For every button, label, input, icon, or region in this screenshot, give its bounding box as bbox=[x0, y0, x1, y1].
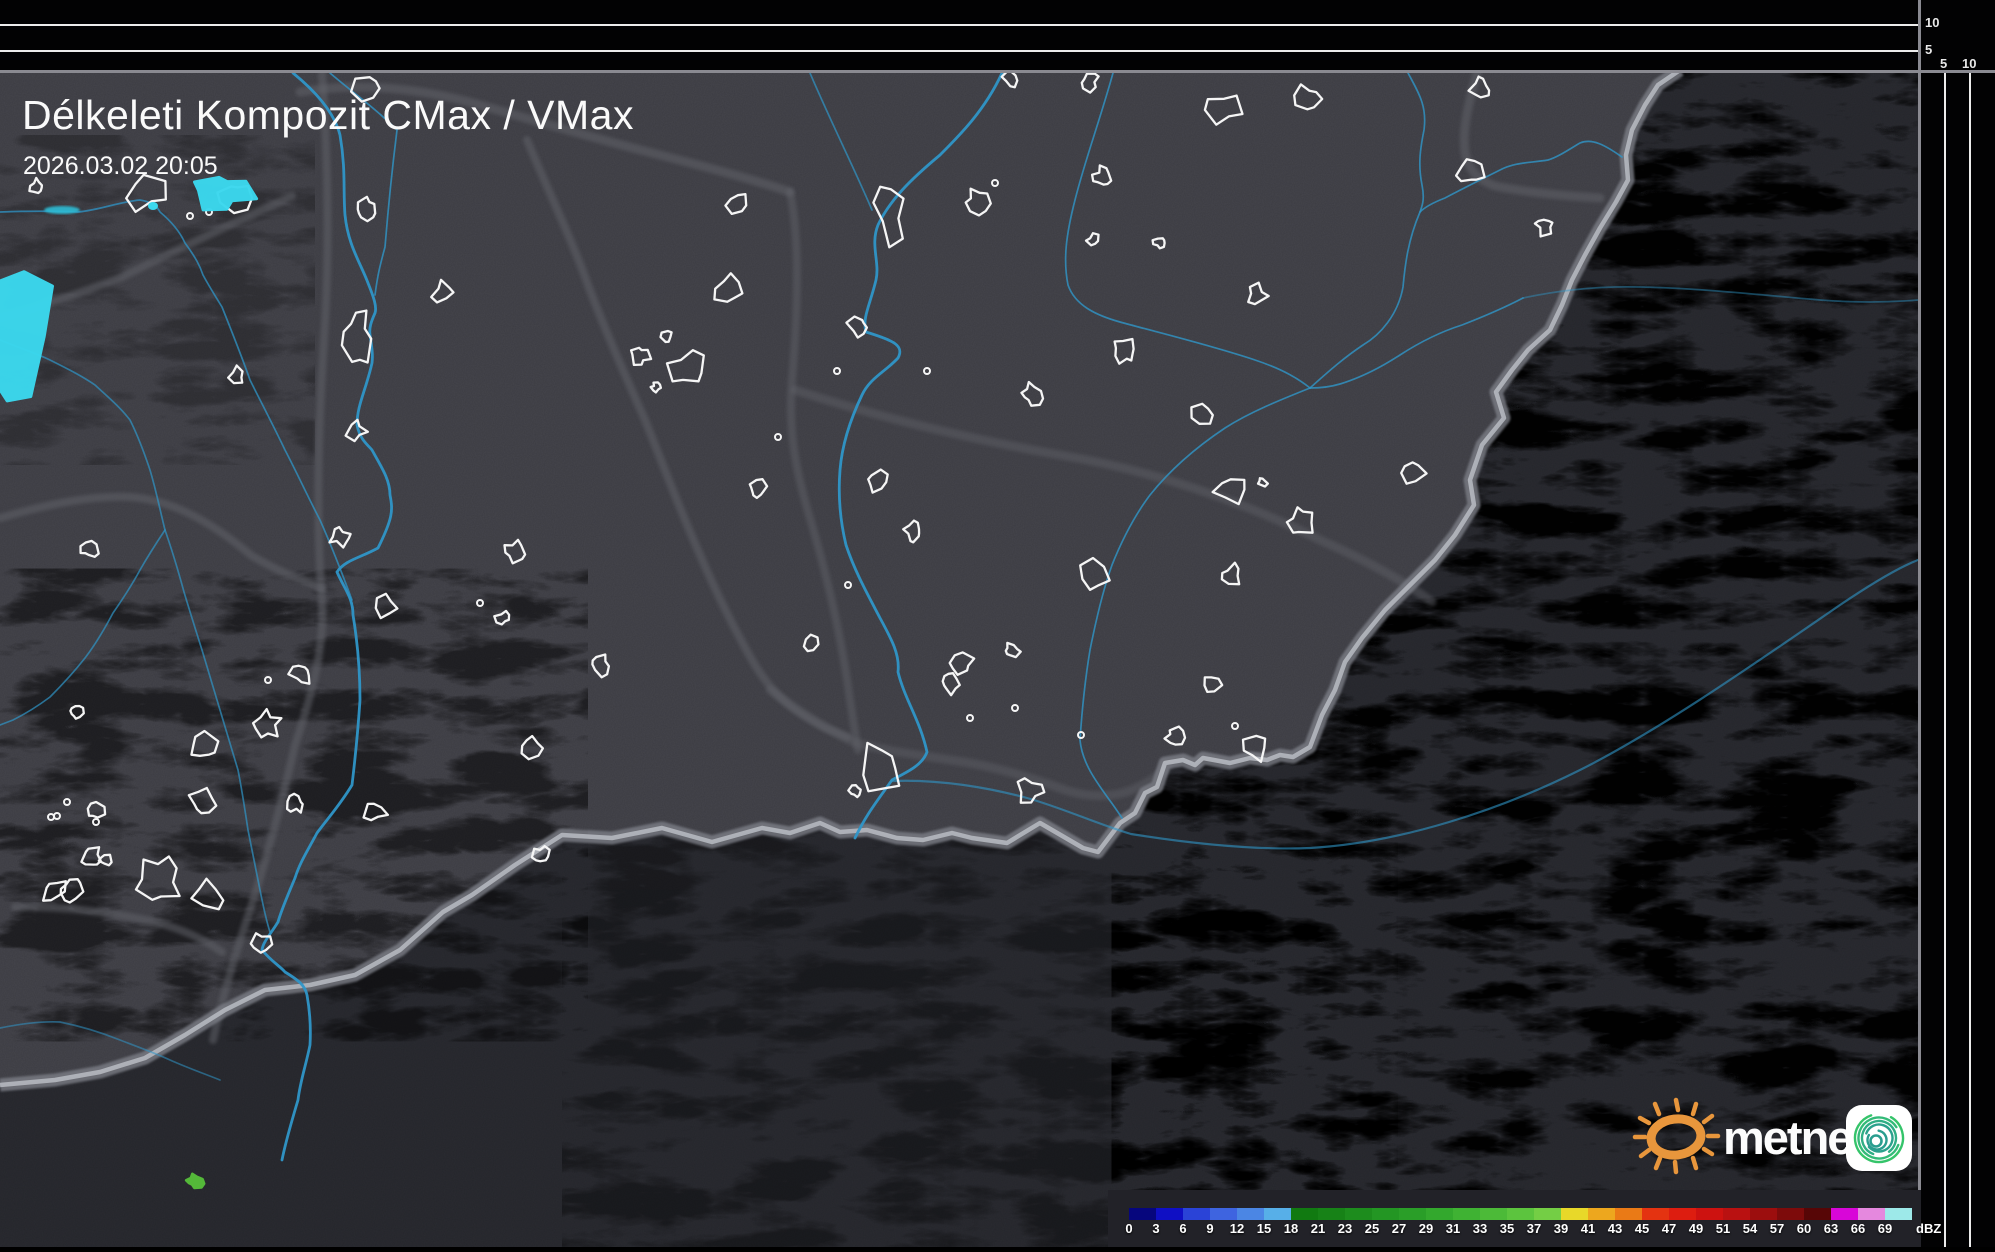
reflectivity-legend: 0369121518212325272931333537394143454749… bbox=[1108, 1190, 1921, 1247]
legend-tick-label: 43 bbox=[1608, 1221, 1622, 1236]
legend-color-cell bbox=[1723, 1208, 1750, 1220]
legend-color-cell bbox=[1561, 1208, 1588, 1220]
legend-tick-label: 51 bbox=[1716, 1221, 1730, 1236]
legend-tick-label: 18 bbox=[1284, 1221, 1298, 1236]
top-profile-gridline-10km bbox=[0, 24, 1921, 26]
legend-color-cell bbox=[1453, 1208, 1480, 1220]
top-profile-panel bbox=[0, 0, 1995, 71]
radar-echo bbox=[148, 202, 158, 210]
page-title: Délkeleti Kompozit CMax / VMax bbox=[22, 92, 634, 139]
legend-tick-label: 41 bbox=[1581, 1221, 1595, 1236]
legend-color-cell bbox=[1588, 1208, 1615, 1220]
radar-viewer-page: { "header": { "title": "Délkeleti Kompoz… bbox=[0, 0, 1995, 1247]
legend-tick-label: 54 bbox=[1743, 1221, 1757, 1236]
height-scale-label-10: 10 bbox=[1925, 16, 1939, 29]
legend-tick-label: 57 bbox=[1770, 1221, 1784, 1236]
metnet-logo[interactable]: metnet bbox=[1628, 1088, 1920, 1180]
legend-color-cell bbox=[1237, 1208, 1264, 1220]
legend-color-cell bbox=[1777, 1208, 1804, 1220]
legend-tick-label: 33 bbox=[1473, 1221, 1487, 1236]
legend-color-cell bbox=[1291, 1208, 1318, 1220]
metnet-logo-text: metnet bbox=[1723, 1110, 1865, 1165]
legend-tick-label: 63 bbox=[1824, 1221, 1838, 1236]
legend-tick-label: 29 bbox=[1419, 1221, 1433, 1236]
legend-tick-label: 47 bbox=[1662, 1221, 1676, 1236]
legend-tick-label: 9 bbox=[1206, 1221, 1213, 1236]
legend-color-cell bbox=[1372, 1208, 1399, 1220]
legend-tick-label: 35 bbox=[1500, 1221, 1514, 1236]
legend-tick-label: 6 bbox=[1179, 1221, 1186, 1236]
legend-tick-label: 23 bbox=[1338, 1221, 1352, 1236]
height-scale-label-h5: 5 bbox=[1940, 57, 1947, 70]
legend-color-cell bbox=[1669, 1208, 1696, 1220]
legend-unit-label: dBZ bbox=[1916, 1221, 1941, 1236]
legend-color-cell bbox=[1831, 1208, 1858, 1220]
legend-color-cell bbox=[1345, 1208, 1372, 1220]
legend-color-cell bbox=[1183, 1208, 1210, 1220]
legend-color-cell bbox=[1642, 1208, 1669, 1220]
legend-color-cell bbox=[1156, 1208, 1183, 1220]
legend-tick-label: 66 bbox=[1851, 1221, 1865, 1236]
legend-tick-label: 39 bbox=[1554, 1221, 1568, 1236]
metnet-sun-icon bbox=[1628, 1094, 1724, 1178]
panel-separator-vertical bbox=[1918, 0, 1921, 1247]
legend-color-cell bbox=[1804, 1208, 1831, 1220]
terrain-grain bbox=[0, 73, 1918, 1247]
legend-tick-label: 69 bbox=[1878, 1221, 1892, 1236]
legend-color-cell bbox=[1534, 1208, 1561, 1220]
legend-tick-label: 31 bbox=[1446, 1221, 1460, 1236]
legend-color-cell bbox=[1264, 1208, 1291, 1220]
legend-color-cell bbox=[1426, 1208, 1453, 1220]
radar-map-canvas bbox=[0, 73, 1918, 1247]
legend-tick-label: 60 bbox=[1797, 1221, 1811, 1236]
timestamp: 2026.03.02 20:05 bbox=[23, 152, 218, 181]
radar-map bbox=[0, 73, 1918, 1247]
legend-tick-label: 49 bbox=[1689, 1221, 1703, 1236]
radar-echo bbox=[44, 206, 80, 214]
legend-tick-label: 12 bbox=[1230, 1221, 1244, 1236]
legend-color-cell bbox=[1318, 1208, 1345, 1220]
legend-tick-label: 37 bbox=[1527, 1221, 1541, 1236]
right-profile-gridline-10km bbox=[1969, 73, 1971, 1247]
legend-tick-label: 45 bbox=[1635, 1221, 1649, 1236]
legend-tick-label: 3 bbox=[1152, 1221, 1159, 1236]
right-profile-panel bbox=[1921, 0, 1995, 1247]
legend-color-cell bbox=[1210, 1208, 1237, 1220]
legend-color-cell bbox=[1750, 1208, 1777, 1220]
legend-color-cell bbox=[1399, 1208, 1426, 1220]
legend-color-bar bbox=[1129, 1208, 1912, 1220]
height-scale-label-h10: 10 bbox=[1962, 57, 1976, 70]
legend-color-cell bbox=[1480, 1208, 1507, 1220]
metnet-spiral-icon bbox=[1846, 1105, 1912, 1171]
legend-tick-label: 27 bbox=[1392, 1221, 1406, 1236]
legend-color-cell bbox=[1615, 1208, 1642, 1220]
legend-tick-label: 15 bbox=[1257, 1221, 1271, 1236]
legend-color-cell bbox=[1858, 1208, 1885, 1220]
legend-color-cell bbox=[1696, 1208, 1723, 1220]
height-scale-label-5: 5 bbox=[1925, 43, 1932, 56]
top-profile-gridline-5km bbox=[0, 50, 1921, 52]
legend-color-cell bbox=[1507, 1208, 1534, 1220]
legend-color-cell bbox=[1129, 1208, 1156, 1220]
legend-tick-label: 0 bbox=[1125, 1221, 1132, 1236]
legend-color-cell bbox=[1885, 1208, 1912, 1220]
legend-tick-label: 25 bbox=[1365, 1221, 1379, 1236]
legend-tick-label: 21 bbox=[1311, 1221, 1325, 1236]
right-profile-gridline-5km bbox=[1944, 73, 1946, 1247]
